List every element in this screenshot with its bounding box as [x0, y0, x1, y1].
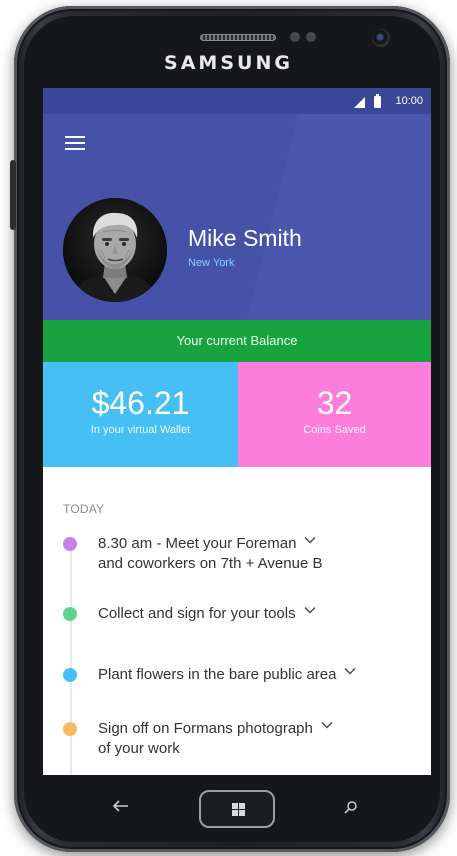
battery-icon	[374, 94, 381, 108]
chevron-down-icon[interactable]	[344, 665, 356, 677]
task-subtitle: and coworkers on 7th + Avenue B	[98, 555, 323, 572]
task-title: Plant flowers in the bare public area	[98, 666, 337, 683]
balance-label-bar: Your current Balance	[43, 320, 431, 362]
home-button[interactable]	[199, 790, 275, 828]
coins-tile[interactable]: 32 Coins Saved	[238, 362, 431, 467]
back-arrow-icon[interactable]	[112, 799, 130, 813]
coins-caption: Coins Saved	[303, 424, 366, 436]
device-brand: SAMSUNG	[164, 52, 293, 74]
light-sensor	[306, 32, 316, 42]
profile-name: Mike Smith	[188, 225, 302, 251]
chevron-down-icon[interactable]	[304, 534, 316, 546]
status-time: 10:00	[395, 95, 423, 107]
chevron-down-icon[interactable]	[304, 604, 316, 616]
task-title: Collect and sign for your tools	[98, 605, 296, 622]
proximity-sensor	[290, 32, 300, 42]
coins-count: 32	[316, 385, 353, 421]
task-status-dot	[63, 537, 77, 551]
wallet-amount: $46.21	[91, 385, 190, 421]
task-subtitle: of your work	[98, 740, 180, 757]
task-status-dot	[63, 722, 77, 736]
wallet-caption: In your virtual Wallet	[90, 424, 191, 436]
task-title: Sign off on Formans photograph	[98, 720, 313, 737]
task-status-dot	[63, 607, 77, 621]
windows-logo-icon	[232, 803, 245, 816]
timeline-line	[70, 544, 72, 775]
signal-icon	[354, 97, 365, 108]
hamburger-icon[interactable]	[65, 136, 85, 150]
avatar	[63, 198, 167, 302]
side-button	[10, 160, 16, 230]
search-icon[interactable]	[344, 800, 358, 814]
front-camera	[372, 29, 390, 47]
task-title: 8.30 am - Meet your Foreman	[98, 535, 297, 552]
profile-location: New York	[188, 257, 235, 269]
profile-header: Mike Smith New York	[43, 114, 431, 320]
wallet-tile[interactable]: $46.21 In your virtual Wallet	[43, 362, 238, 467]
status-bar: 10:00	[43, 88, 431, 114]
schedule-heading: TODAY	[63, 502, 105, 516]
app-screen: 10:00 Mike Smith New York Your current B…	[43, 88, 431, 775]
task-status-dot	[63, 668, 77, 682]
earpiece-speaker	[200, 34, 276, 41]
avatar-portrait	[63, 198, 167, 302]
chevron-down-icon[interactable]	[321, 719, 333, 731]
